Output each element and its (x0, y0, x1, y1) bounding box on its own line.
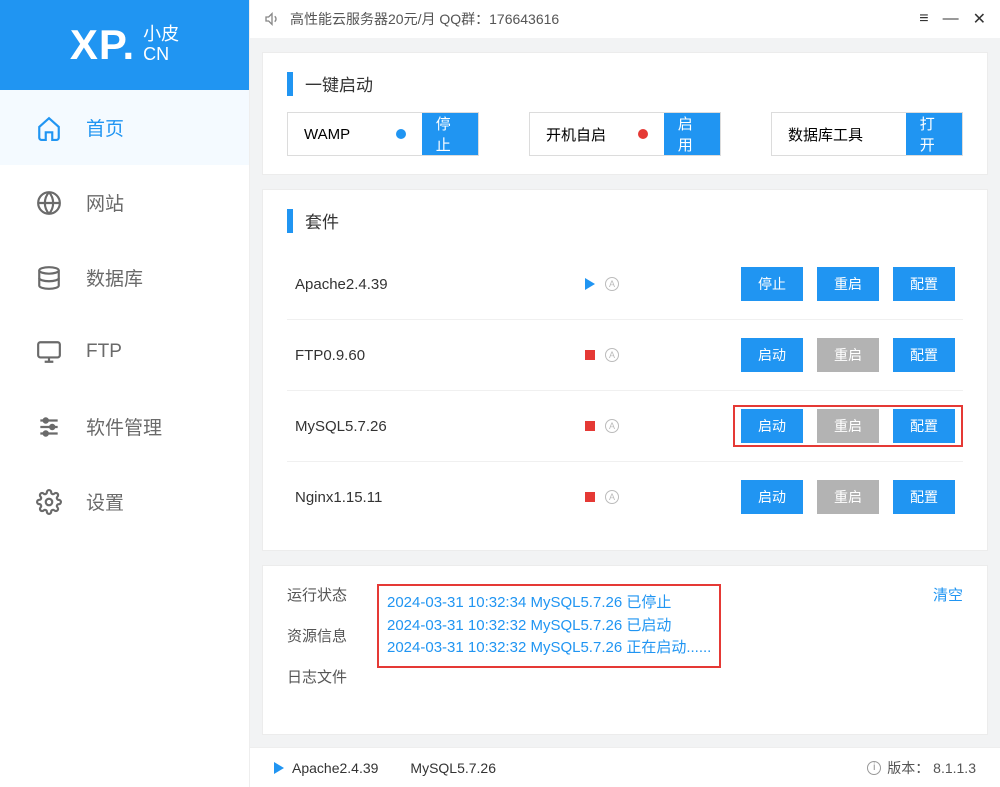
close-icon[interactable]: ✕ (973, 9, 986, 29)
nav-item-1[interactable]: 网站 (0, 165, 249, 240)
service-restart-button[interactable]: 重启 (817, 409, 879, 443)
running-icon (274, 762, 284, 774)
quick-start-title: 一键启动 (287, 71, 963, 96)
logo-sub: 小皮 CN (143, 25, 179, 65)
database-icon (36, 265, 62, 291)
log-tab-status[interactable]: 运行状态 (287, 584, 377, 605)
nav-item-5[interactable]: 设置 (0, 464, 249, 539)
log-tab-file[interactable]: 日志文件 (287, 666, 377, 687)
logo-main: XP. (70, 21, 135, 69)
nav-item-3[interactable]: FTP (0, 315, 249, 389)
log-highlight: 2024-03-31 10:32:34 MySQL5.7.26 已停止2024-… (377, 584, 721, 668)
highlight-box: 启动重启配置 (733, 405, 963, 447)
auto-icon[interactable]: A (605, 348, 619, 362)
service-row-0: Apache2.4.39 A 停止重启配置 (287, 249, 963, 320)
stopped-icon (585, 421, 595, 431)
service-row-1: FTP0.9.60 A 启动重启配置 (287, 320, 963, 391)
statusbar: Apache2.4.39 MySQL5.7.26 i 版本： 8.1.1.3 (250, 747, 1000, 787)
nav-item-4[interactable]: 软件管理 (0, 389, 249, 464)
quick-label: 数据库工具 (788, 124, 863, 145)
nav-item-2[interactable]: 数据库 (0, 240, 249, 315)
service-restart-button[interactable]: 重启 (817, 267, 879, 301)
title-bar-accent (287, 209, 293, 233)
status-item: Apache2.4.39 (274, 760, 378, 776)
sliders-icon (36, 414, 62, 440)
menu-icon[interactable]: ≡ (919, 10, 928, 28)
globe-icon (36, 190, 62, 216)
log-card: 运行状态 资源信息 日志文件 2024-03-31 10:32:34 MySQL… (262, 565, 988, 735)
service-name: MySQL5.7.26 (295, 418, 585, 435)
service-start-button[interactable]: 启动 (741, 409, 803, 443)
gear-icon (36, 489, 62, 515)
announce-text[interactable]: 高性能云服务器20元/月 QQ群：176643616 (290, 9, 559, 29)
service-restart-button[interactable]: 重启 (817, 338, 879, 372)
minimize-icon[interactable]: — (943, 10, 959, 28)
log-line: 2024-03-31 10:32:32 MySQL5.7.26 已启动 (387, 615, 711, 638)
service-config-button[interactable]: 配置 (893, 480, 955, 514)
logo: XP. 小皮 CN (0, 0, 249, 90)
log-line: 2024-03-31 10:32:32 MySQL5.7.26 正在启动....… (387, 637, 711, 660)
service-config-button[interactable]: 配置 (893, 409, 955, 443)
status-dot-stopped-icon (638, 129, 648, 139)
sidebar: XP. 小皮 CN 首页网站数据库FTP软件管理设置 (0, 0, 250, 787)
status-item: MySQL5.7.26 (402, 760, 496, 776)
quick-block-0: WAMP 停止 (287, 112, 479, 156)
info-icon: i (867, 761, 881, 775)
running-icon (585, 278, 595, 290)
service-start-button[interactable]: 启动 (741, 480, 803, 514)
service-name: Nginx1.15.11 (295, 489, 585, 506)
suite-title: 套件 (287, 208, 963, 233)
service-name: Apache2.4.39 (295, 276, 585, 293)
log-tab-resource[interactable]: 资源信息 (287, 625, 377, 646)
version-info: i 版本： 8.1.1.3 (867, 758, 976, 778)
quick-block-1: 开机自启 启用 (529, 112, 721, 156)
log-line: 2024-03-31 10:32:34 MySQL5.7.26 已停止 (387, 592, 711, 615)
announce-icon (264, 11, 280, 27)
quick-block-2: 数据库工具 打开 (771, 112, 963, 156)
quick-button-2[interactable]: 打开 (906, 113, 962, 155)
topbar: 高性能云服务器20元/月 QQ群：176643616 ≡ — ✕ (250, 0, 1000, 38)
quick-label: WAMP (304, 126, 350, 143)
main-area: 高性能云服务器20元/月 QQ群：176643616 ≡ — ✕ 一键启动 WA… (250, 0, 1000, 787)
quick-label: 开机自启 (546, 124, 606, 145)
nav-item-0[interactable]: 首页 (0, 90, 249, 165)
service-restart-button[interactable]: 重启 (817, 480, 879, 514)
service-start-button[interactable]: 启动 (741, 338, 803, 372)
log-clear-button[interactable]: 清空 (933, 584, 963, 716)
auto-icon[interactable]: A (605, 277, 619, 291)
quick-button-0[interactable]: 停止 (422, 113, 478, 155)
suite-card: 套件 Apache2.4.39A停止重启配置FTP0.9.60A启动重启配置My… (262, 189, 988, 551)
stopped-icon (585, 350, 595, 360)
home-icon (36, 115, 62, 141)
service-start-button[interactable]: 停止 (741, 267, 803, 301)
service-row-2: MySQL5.7.26 A 启动重启配置 (287, 391, 963, 462)
monitor-icon (36, 339, 62, 365)
title-bar-accent (287, 72, 293, 96)
service-config-button[interactable]: 配置 (893, 267, 955, 301)
status-dot-running-icon (396, 129, 406, 139)
quick-start-card: 一键启动 WAMP 停止 开机自启 启用 数据库工具 打开 (262, 52, 988, 175)
service-name: FTP0.9.60 (295, 347, 585, 364)
service-config-button[interactable]: 配置 (893, 338, 955, 372)
quick-button-1[interactable]: 启用 (664, 113, 720, 155)
service-row-3: Nginx1.15.11 A 启动重启配置 (287, 462, 963, 532)
auto-icon[interactable]: A (605, 490, 619, 504)
stopped-icon (585, 492, 595, 502)
auto-icon[interactable]: A (605, 419, 619, 433)
